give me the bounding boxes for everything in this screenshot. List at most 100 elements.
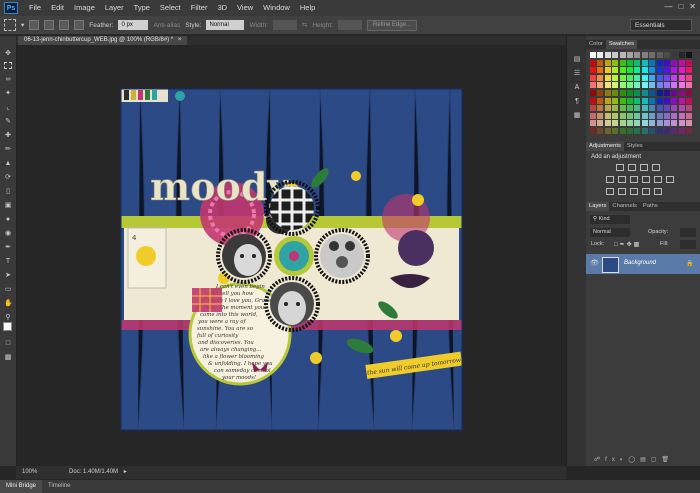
swatch[interactable] [641,120,648,127]
feather-input[interactable]: 0 px [118,20,149,30]
swatch[interactable] [619,67,626,74]
swatch[interactable] [619,52,626,58]
swatch[interactable] [664,97,670,104]
swatch[interactable] [686,67,693,74]
swatch[interactable] [656,52,663,58]
swatch[interactable] [604,67,611,74]
tab-timeline[interactable]: Timeline [42,480,76,493]
properties-icon[interactable]: ☰ [573,70,581,77]
posterize-icon[interactable] [618,188,626,195]
menu-file[interactable]: File [24,0,46,16]
swatch[interactable] [604,128,611,134]
status-arrow-icon[interactable]: ▸ [124,469,127,475]
swatch[interactable] [597,82,604,89]
threshold-icon[interactable] [630,188,638,195]
swatch[interactable] [604,112,611,119]
swatch[interactable] [627,59,633,66]
swatch[interactable] [634,82,641,89]
swatch[interactable] [664,128,670,134]
menu-edit[interactable]: Edit [46,0,69,16]
swatch[interactable] [612,74,619,81]
swatch[interactable] [627,74,633,81]
swatch[interactable] [686,112,693,119]
swatch[interactable] [686,82,693,89]
quick-mask-icon[interactable]: □ [4,340,12,347]
tab-color[interactable]: Color [586,40,606,49]
swatch[interactable] [671,82,678,89]
menu-view[interactable]: View [232,0,258,16]
swatch[interactable] [686,128,693,134]
channel-mixer-icon[interactable] [666,176,674,183]
hand-tool-icon[interactable]: ✋ [4,300,13,307]
swatch[interactable] [686,59,693,66]
swatch[interactable] [634,128,641,134]
eyedropper-tool-icon[interactable]: ✎ [4,118,12,125]
menu-select[interactable]: Select [155,0,186,16]
swatch[interactable] [656,97,663,104]
menu-3d[interactable]: 3D [212,0,232,16]
preset-dropdown-icon[interactable]: ▾ [21,21,24,29]
pen-tool-icon[interactable]: ✒ [4,244,12,251]
swatch[interactable] [619,82,626,89]
swatch[interactable] [678,105,685,112]
swatch[interactable] [671,74,678,81]
swatch[interactable] [619,120,626,127]
swatch[interactable] [604,105,611,112]
swatch[interactable] [597,120,604,127]
blur-tool-icon[interactable]: ● [4,216,12,223]
swatch[interactable] [656,120,663,127]
type-tool-icon[interactable]: T [4,258,12,265]
paragraph-icon[interactable]: ¶ [573,98,581,105]
swatch[interactable] [634,105,641,112]
swatch[interactable] [678,90,685,96]
swatch[interactable] [649,59,656,66]
swatch[interactable] [590,52,596,58]
invert-icon[interactable] [606,188,614,195]
visibility-eye-icon[interactable]: 👁 [590,259,599,267]
menu-help[interactable]: Help [295,0,320,16]
swatch[interactable] [641,52,648,58]
swatch[interactable] [604,97,611,104]
swatch[interactable] [619,59,626,66]
swatch[interactable] [664,120,670,127]
swatch[interactable] [590,105,596,112]
swatch[interactable] [656,112,663,119]
tab-channels[interactable]: Channels [609,202,640,211]
levels-adjustment-icon[interactable] [628,164,636,171]
swatch[interactable] [634,90,641,96]
fill-input[interactable] [680,240,696,249]
swatch[interactable] [649,52,656,58]
swatch[interactable] [656,128,663,134]
swatch[interactable] [649,112,656,119]
quick-select-tool-icon[interactable]: ✦ [4,90,12,97]
swatch[interactable] [678,74,685,81]
menu-type[interactable]: Type [129,0,155,16]
lasso-tool-icon[interactable]: ∞ [4,76,12,83]
tab-swatches[interactable]: Swatches [605,40,637,49]
swatch[interactable] [671,105,678,112]
swatch[interactable] [612,59,619,66]
intersect-selection-icon[interactable] [74,20,85,30]
close-tab-icon[interactable]: × [178,37,182,43]
swatch[interactable] [604,82,611,89]
color-balance-icon[interactable] [630,176,638,183]
close-icon[interactable]: ✕ [689,2,696,11]
swatch[interactable] [612,67,619,74]
swatch[interactable] [649,120,656,127]
height-input[interactable] [337,20,362,30]
blend-mode-select[interactable]: Normal [590,228,630,237]
swatch[interactable] [619,112,626,119]
swatch[interactable] [590,82,596,89]
swatch[interactable] [597,105,604,112]
healing-tool-icon[interactable]: ✚ [4,132,12,139]
swatch[interactable] [619,128,626,134]
brush-tool-icon[interactable]: ✏ [4,146,12,153]
swatch[interactable] [656,59,663,66]
swatch[interactable] [604,90,611,96]
width-input[interactable] [272,20,297,30]
swatch[interactable] [612,105,619,112]
swatch[interactable] [604,120,611,127]
swatch[interactable] [612,128,619,134]
screen-mode-icon[interactable]: ▩ [4,354,12,361]
swatch[interactable] [664,67,670,74]
